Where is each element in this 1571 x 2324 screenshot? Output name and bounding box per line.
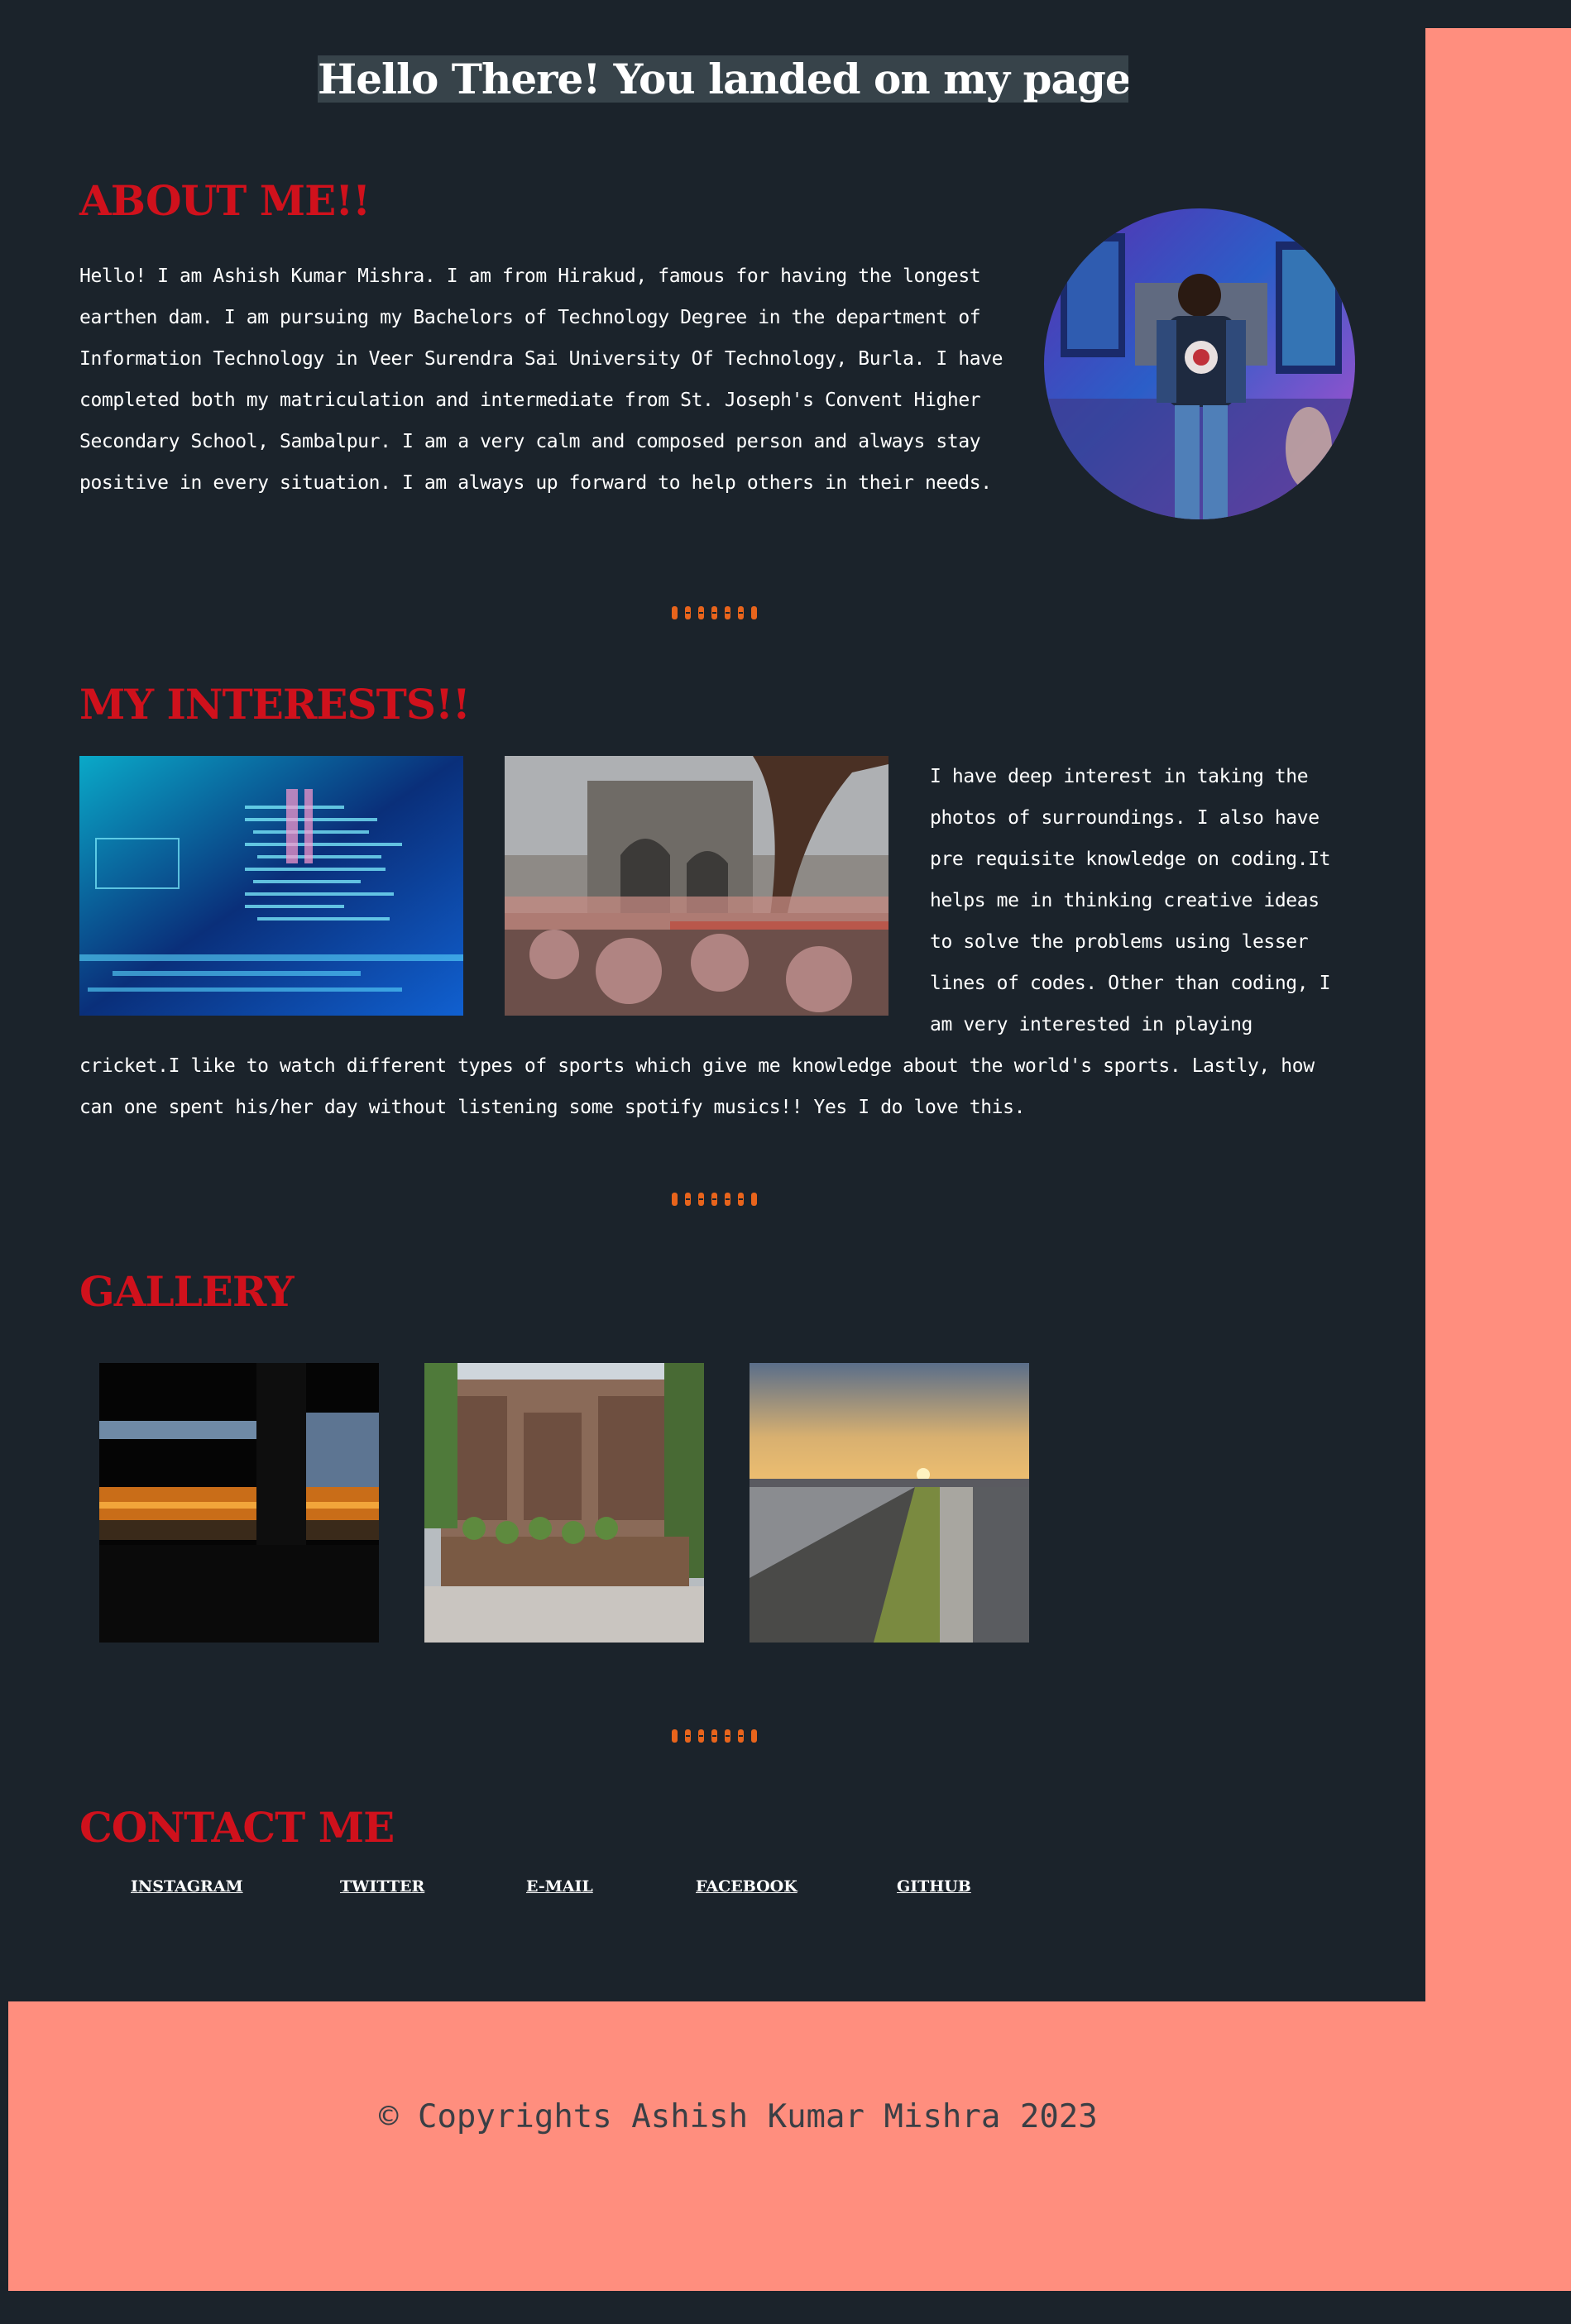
footer: © Copyrights Ashish Kumar Mishra 2023: [8, 2001, 1571, 2291]
facebook-link[interactable]: FACEBOOK: [696, 1877, 797, 1896]
interests-heading: MY INTERESTS!!: [79, 680, 471, 729]
instagram-link[interactable]: INSTAGRAM: [131, 1877, 243, 1896]
page-title: Hello There! You landed on my page.: [318, 55, 1128, 103]
gallery-image-sunset-window[interactable]: [99, 1363, 379, 1643]
side-accent-strip: [1425, 28, 1571, 2001]
github-link[interactable]: GITHUB: [897, 1877, 971, 1896]
gallery-image-dam-sunset[interactable]: [750, 1363, 1029, 1643]
contact-links: INSTAGRAM TWITTER E-MAIL FACEBOOK GITHUB: [0, 1877, 1075, 1902]
section-divider: [670, 1192, 765, 1207]
coding-image: [79, 756, 463, 1016]
section-divider: [670, 1729, 765, 1743]
interests-section: I have deep interest in taking the photo…: [79, 756, 1345, 1128]
twitter-link[interactable]: TWITTER: [340, 1877, 424, 1896]
main-content: Hello There! You landed on my page. ABOU…: [0, 0, 1425, 2001]
about-text: Hello! I am Ashish Kumar Mishra. I am fr…: [79, 265, 1003, 494]
gallery-heading: GALLERY: [79, 1267, 295, 1316]
copyright-text: © Copyrights Ashish Kumar Mishra 2023: [379, 2098, 1098, 2135]
photography-image: [505, 756, 888, 1016]
contact-heading: CONTACT ME: [79, 1803, 395, 1852]
about-heading: ABOUT ME!!: [79, 176, 371, 225]
email-link[interactable]: E-MAIL: [526, 1877, 593, 1896]
profile-photo: [1044, 208, 1355, 519]
gallery-image-stone-carving[interactable]: [424, 1363, 704, 1643]
section-divider: [670, 605, 765, 620]
